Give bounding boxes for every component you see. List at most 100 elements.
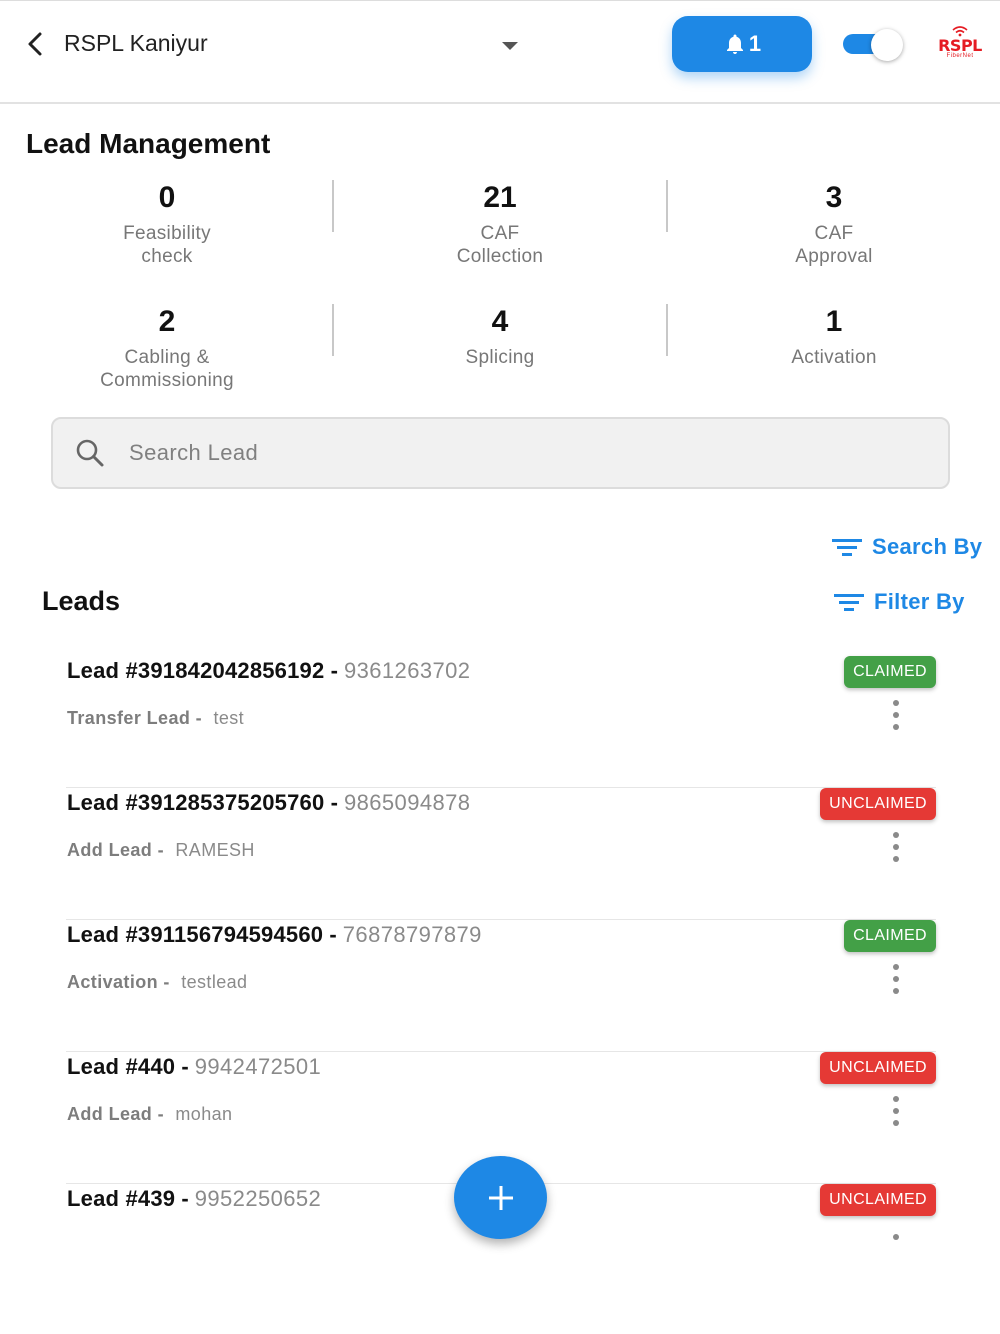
lead-phone: 9952250652 — [194, 1186, 322, 1211]
dot — [893, 976, 899, 982]
notification-count: 1 — [748, 31, 762, 56]
lead-detail-line: Activation - testlead — [67, 972, 247, 993]
stat-count: 1 — [825, 305, 843, 338]
stat-label: Collection — [456, 246, 544, 267]
lead-id: Lead #391156794594560 — [67, 922, 324, 947]
stat-label: Activation — [791, 347, 877, 368]
stat-feasibility-check[interactable]: 0 Feasibility check — [0, 176, 334, 268]
separator: - — [157, 840, 170, 860]
stat-cabling-commissioning[interactable]: 2 Cabling & Commissioning — [0, 300, 334, 392]
lead-detail-line: Add Lead - mohan — [67, 1104, 232, 1125]
notifications-button[interactable]: 1 — [672, 16, 812, 72]
dot — [893, 1234, 899, 1240]
lead-phone: 9942472501 — [194, 1054, 322, 1079]
more-options-button[interactable] — [886, 964, 906, 998]
top-app-bar: RSPL Kaniyur 1 RSPL FiberNet — [0, 0, 1000, 104]
stat-count: 2 — [158, 305, 176, 338]
stat-count: 0 — [158, 181, 176, 214]
lead-detail-line: Transfer Lead - test — [67, 708, 244, 729]
status-badge: CLAIMED — [844, 920, 936, 952]
dot — [893, 712, 899, 718]
back-button[interactable] — [20, 29, 50, 59]
lead-assignee: mohan — [175, 1104, 233, 1124]
search-by-button[interactable]: Search By — [832, 534, 982, 560]
stat-caf-collection[interactable]: 21 CAF Collection — [333, 176, 667, 268]
caret-down-icon — [502, 42, 518, 50]
lead-title-line: Lead #440 - 9942472501 — [67, 1054, 321, 1080]
add-lead-button[interactable] — [454, 1156, 547, 1239]
filter-by-label: Filter By — [874, 589, 965, 614]
bell-icon — [726, 34, 743, 54]
lead-id: Lead #391285375205760 — [67, 790, 325, 815]
dot — [893, 964, 899, 970]
stat-label: Feasibility — [123, 223, 211, 244]
separator: - — [329, 922, 343, 947]
lead-title-line: Lead #391842042856192 - 9361263702 — [67, 658, 470, 684]
status-badge: CLAIMED — [844, 656, 936, 688]
stat-splicing[interactable]: 4 Splicing — [333, 300, 667, 369]
more-options-button[interactable] — [886, 700, 906, 734]
lead-phone: 9865094878 — [344, 790, 471, 815]
lead-assignee: test — [213, 708, 245, 728]
separator: - — [157, 1104, 170, 1124]
branch-name[interactable]: RSPL Kaniyur — [64, 30, 208, 57]
lead-list-item[interactable]: Lead #391156794594560 - 76878797879 Acti… — [66, 920, 936, 1052]
lead-id: Lead #440 — [67, 1054, 176, 1079]
stat-label: Splicing — [465, 347, 535, 368]
lead-list-item[interactable]: Lead #391285375205760 - 9865094878 Add L… — [66, 788, 936, 920]
more-options-button[interactable] — [886, 1096, 906, 1130]
stat-label: Cabling & — [124, 347, 210, 368]
more-options-button[interactable] — [886, 832, 906, 866]
lead-list-item[interactable]: Lead #391842042856192 - 9361263702 Trans… — [66, 656, 936, 788]
more-options-button[interactable] — [886, 1228, 906, 1262]
lead-detail-line: Add Lead - RAMESH — [67, 840, 255, 861]
filter-by-button[interactable]: Filter By — [834, 589, 965, 615]
dot — [893, 856, 899, 862]
search-input[interactable] — [129, 433, 909, 473]
dot — [893, 988, 899, 994]
filter-lines-icon — [834, 594, 864, 611]
plus-icon — [488, 1185, 513, 1210]
lead-phone: 76878797879 — [342, 922, 482, 947]
separator: - — [330, 658, 345, 683]
company-logo: RSPL FiberNet — [932, 25, 988, 65]
dot — [893, 1120, 899, 1126]
separator: - — [181, 1054, 195, 1079]
branch-dropdown[interactable] — [500, 39, 520, 53]
lead-id: Lead #391842042856192 — [67, 658, 325, 683]
status-badge: UNCLAIMED — [820, 1184, 936, 1216]
separator: - — [195, 708, 208, 728]
separator: - — [181, 1186, 195, 1211]
stat-activation[interactable]: 1 Activation — [667, 300, 1000, 369]
logo-subtext: FiberNet — [946, 53, 974, 59]
lead-title-line: Lead #439 - 9952250652 — [67, 1186, 321, 1212]
page-title: Lead Management — [26, 128, 271, 159]
search-icon — [76, 439, 104, 467]
stat-label: Approval — [795, 246, 873, 267]
stat-caf-approval[interactable]: 3 CAF Approval — [667, 176, 1000, 268]
dot — [893, 832, 899, 838]
lead-assignee: RAMESH — [175, 840, 255, 860]
search-by-label: Search By — [872, 534, 983, 559]
stat-label: Commissioning — [100, 370, 234, 391]
stat-label: check — [141, 246, 193, 267]
separator: - — [330, 790, 345, 815]
toggle-knob — [871, 29, 903, 61]
lead-id: Lead #439 — [67, 1186, 176, 1211]
status-toggle[interactable] — [843, 29, 903, 61]
separator: - — [163, 972, 176, 992]
dot — [893, 700, 899, 706]
filter-lines-icon — [832, 539, 862, 556]
search-bar — [51, 417, 950, 489]
stat-count: 3 — [825, 181, 843, 214]
lead-title-line: Lead #391156794594560 - 76878797879 — [67, 922, 482, 948]
lead-stage: Add Lead — [67, 840, 153, 860]
lead-stage: Activation — [67, 972, 159, 992]
stat-count: 4 — [491, 305, 509, 338]
dot — [893, 1108, 899, 1114]
lead-assignee: testlead — [181, 972, 248, 992]
lead-stage: Add Lead — [67, 1104, 153, 1124]
stat-label: CAF — [814, 223, 854, 244]
status-badge: UNCLAIMED — [820, 1052, 936, 1084]
lead-title-line: Lead #391285375205760 - 9865094878 — [67, 790, 470, 816]
